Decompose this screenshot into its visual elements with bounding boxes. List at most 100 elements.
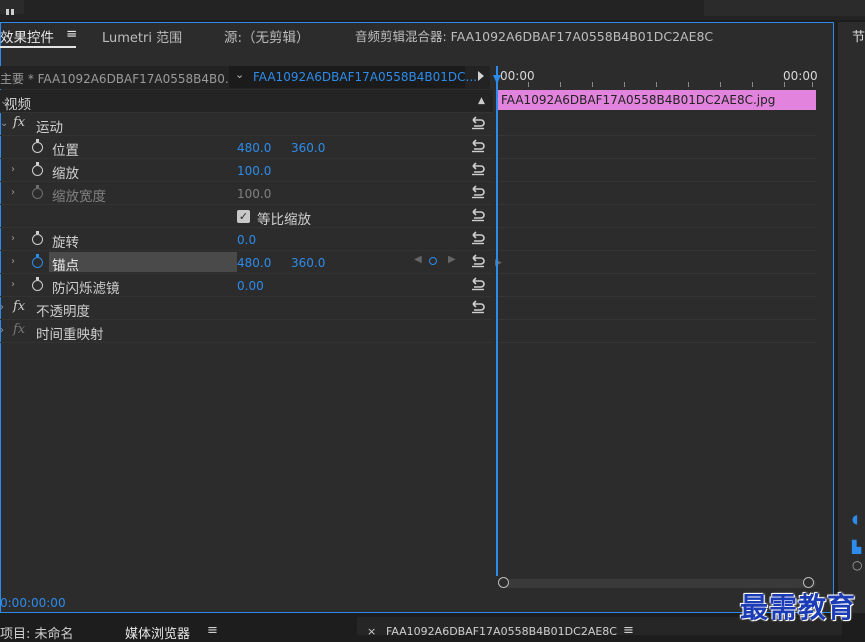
timeline-row-divider	[498, 273, 816, 274]
expand-arrow-icon[interactable]: ›	[0, 325, 4, 336]
add-keyframe-icon[interactable]	[429, 257, 437, 265]
timeline-end-time: 00:00	[783, 69, 818, 83]
ruler-tick	[656, 82, 657, 87]
panel-menu-icon[interactable]: ≡	[66, 26, 77, 42]
clip-selector-label: FAA1092A6DBAF17A0558B4B01DC...	[253, 70, 477, 84]
tab-project[interactable]: 项目: 未命名	[0, 623, 74, 642]
ruler-tick	[624, 82, 625, 87]
video-section-label: 视频	[4, 97, 31, 113]
next-keyframe-icon[interactable]: ▶	[448, 254, 456, 265]
stopwatch-icon[interactable]	[32, 139, 43, 153]
master-clip-label[interactable]: 主要 * FAA1092A6DBAF17A0558B4B0...	[0, 70, 236, 87]
watermark-logo: 最需教育	[740, 591, 857, 624]
uniform-scale-label: 等比缩放	[257, 212, 311, 228]
timeline-row-divider	[498, 319, 816, 320]
position-y-value[interactable]: 360.0	[291, 141, 325, 155]
timeline-row-divider	[498, 296, 816, 297]
top-bar-block-right	[704, 0, 865, 16]
ruler-tick	[688, 82, 689, 87]
ruler-tick	[752, 82, 753, 87]
ruler-tick	[784, 82, 785, 87]
playhead-line[interactable]	[496, 66, 498, 576]
reset-icon[interactable]	[470, 139, 486, 153]
scale-width-value: 100.0	[237, 187, 272, 201]
scale-value[interactable]: 100.0	[237, 164, 271, 178]
reset-icon[interactable]	[470, 162, 486, 176]
clip-selector[interactable]: ⌄ FAA1092A6DBAF17A0558B4B01DC...	[229, 66, 477, 88]
reset-icon[interactable]	[470, 300, 486, 314]
tab-sequence[interactable]: FAA1092A6DBAF17A0558B4B01DC2AE8C	[386, 625, 617, 638]
time-remap-label: 时间重映射	[36, 327, 104, 343]
anchor-y-value[interactable]: 360.0	[291, 256, 325, 270]
tab-effect-controls[interactable]: 效果控件	[0, 26, 54, 46]
stopwatch-icon[interactable]	[32, 162, 43, 176]
expand-arrow-icon[interactable]: ›	[11, 187, 15, 198]
fx-icon[interactable]: fx	[13, 299, 25, 314]
close-icon[interactable]: ×	[367, 625, 376, 638]
motion-label: 运动	[36, 120, 63, 136]
expand-arrow-icon[interactable]: ›	[11, 233, 15, 244]
panel-menu-icon[interactable]: ≡	[623, 623, 634, 638]
playhead-handle-icon[interactable]	[493, 75, 501, 84]
ruler-tick	[560, 82, 561, 87]
play-icon[interactable]	[478, 71, 484, 81]
ruler-tick	[812, 82, 813, 87]
rotation-label: 旋转	[52, 235, 79, 251]
position-x-value[interactable]: 480.0	[237, 141, 271, 155]
scale-label: 缩放	[52, 166, 79, 182]
timeline-row-divider	[498, 204, 816, 205]
scroll-handle-left[interactable]	[498, 577, 509, 588]
top-bar	[0, 0, 865, 20]
tab-media-browser[interactable]: 媒体浏览器	[125, 623, 190, 642]
prev-keyframe-icon[interactable]: ◀	[414, 254, 422, 265]
rotation-value[interactable]: 0.0	[237, 233, 256, 247]
position-label: 位置	[52, 143, 79, 159]
right-panel-marker-icon: ▙	[852, 540, 862, 554]
clip-name: FAA1092A6DBAF17A0558B4B01DC2AE8C.jpg	[501, 93, 776, 107]
uniform-scale-checkbox[interactable]: ✓	[237, 210, 250, 223]
timeline-row-divider	[498, 250, 816, 251]
reset-icon[interactable]	[470, 116, 486, 130]
timeline-row-divider	[498, 158, 816, 159]
timeline-area[interactable]	[495, 66, 818, 588]
chevron-down-icon: ⌄	[235, 68, 245, 81]
reset-icon[interactable]	[470, 185, 486, 199]
stopwatch-icon[interactable]	[32, 231, 43, 245]
reset-icon[interactable]	[470, 254, 486, 268]
reset-icon[interactable]	[470, 208, 486, 222]
tab-audio-clip-mixer[interactable]: 音频剪辑混合器: FAA1092A6DBAF17A0558B4B01DC2AE8…	[355, 26, 713, 45]
active-tab-indicator	[0, 46, 76, 48]
grip-icon[interactable]	[6, 0, 16, 15]
right-panel-handle-icon: ○	[852, 558, 863, 572]
stopwatch-icon[interactable]	[32, 277, 43, 291]
expand-arrow-icon[interactable]: ›	[11, 256, 15, 267]
current-timecode[interactable]: 0:00:00:00	[0, 596, 66, 610]
tab-lumetri-scopes[interactable]: Lumetri 范围	[102, 27, 182, 46]
collapse-arrow-icon[interactable]: ⌄	[0, 118, 8, 129]
stopwatch-icon[interactable]	[32, 254, 43, 268]
video-section-row[interactable]	[0, 90, 493, 113]
expand-arrow-icon[interactable]: ›	[0, 302, 4, 313]
antiflicker-value[interactable]: 0.00	[237, 279, 264, 293]
anchor-label: 锚点	[52, 258, 79, 274]
timeline-row-divider	[498, 135, 816, 136]
expand-arrow-icon[interactable]: ›	[11, 279, 15, 290]
right-panel-marker-icon: ◖	[852, 512, 859, 526]
fx-icon[interactable]: fx	[13, 115, 25, 130]
reset-icon[interactable]	[470, 277, 486, 291]
timeline-clip[interactable]: FAA1092A6DBAF17A0558B4B01DC2AE8C.jpg	[497, 90, 816, 110]
motion-row[interactable]	[0, 113, 493, 136]
timeline-row-divider	[498, 342, 816, 343]
tab-source[interactable]: 源:（无剪辑）	[224, 26, 310, 46]
stopwatch-icon	[32, 185, 43, 199]
ruler-tick	[720, 82, 721, 87]
right-panel-label[interactable]: 节	[852, 26, 865, 45]
scroll-up-icon[interactable]: ▲	[478, 96, 485, 106]
panel-menu-icon[interactable]: ≡	[207, 623, 218, 638]
scale-width-label: 缩放宽度	[52, 189, 106, 205]
antiflicker-label: 防闪烁滤镜	[52, 281, 120, 297]
timeline-start-time: 00:00	[500, 69, 535, 83]
expand-arrow-icon[interactable]: ›	[11, 164, 15, 175]
anchor-x-value[interactable]: 480.0	[237, 256, 271, 270]
reset-icon[interactable]	[470, 231, 486, 245]
